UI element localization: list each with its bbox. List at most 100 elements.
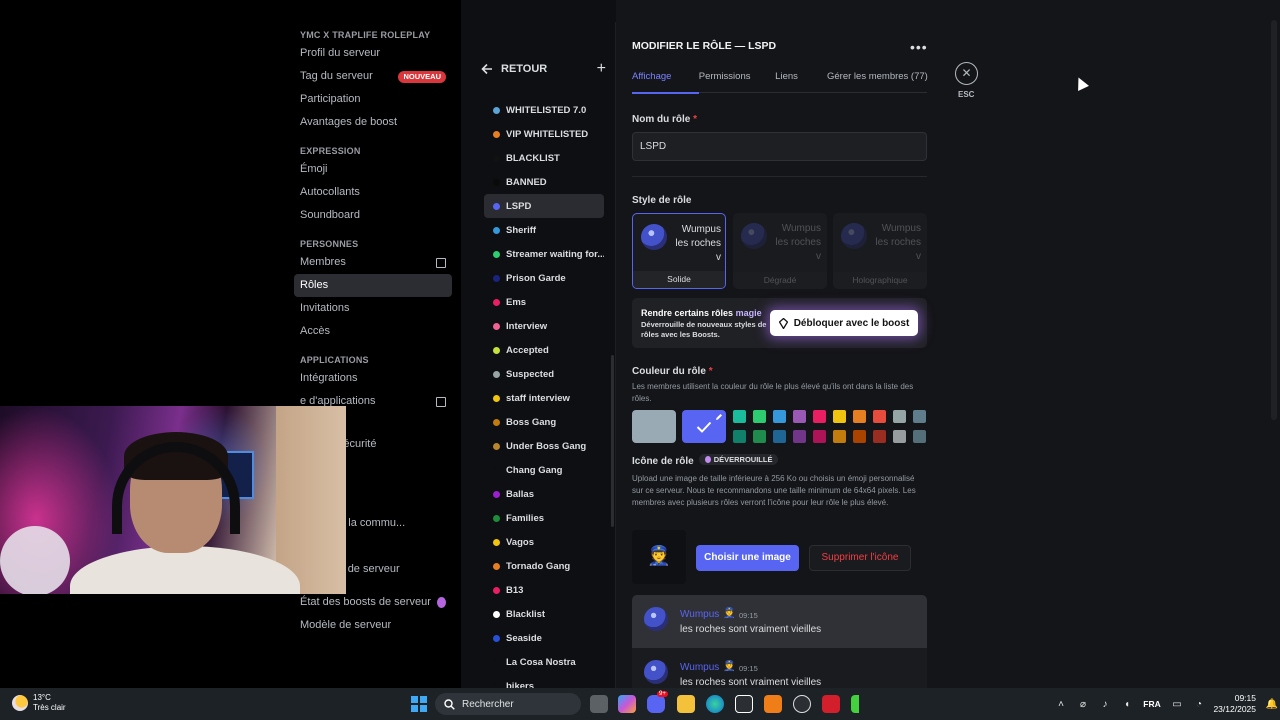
role-list-item[interactable]: LSPD xyxy=(484,194,604,218)
close-icon[interactable]: ✕ xyxy=(955,62,978,85)
role-list-item[interactable]: Streamer waiting for... xyxy=(484,242,604,266)
role-list-item[interactable]: WHITELISTED 7.0 xyxy=(484,98,604,122)
microphone-icon[interactable]: ♪ xyxy=(1094,699,1116,710)
role-list-item[interactable]: Blacklist xyxy=(484,602,604,626)
color-swatch[interactable] xyxy=(793,410,806,423)
role-list-item[interactable]: Vagos xyxy=(484,530,604,554)
language-indicator[interactable]: FRA xyxy=(1138,699,1166,709)
role-list-item[interactable]: Sheriff xyxy=(484,218,604,242)
obs-icon[interactable] xyxy=(793,695,811,713)
unlock-boost-button[interactable]: Débloquer avec le boost xyxy=(770,310,918,336)
display-icon[interactable]: ▭ xyxy=(1166,699,1188,710)
sidebar-item[interactable]: Rôles xyxy=(294,274,452,297)
style-card-solid[interactable]: Wumpus les roches v Solide xyxy=(632,213,726,289)
role-name-input[interactable]: LSPD xyxy=(632,132,927,161)
role-list-item[interactable]: VIP WHITELISTED xyxy=(484,122,604,146)
tab-permissions[interactable]: Permissions xyxy=(699,70,775,93)
sidebar-item[interactable]: Tag du serveur NOUVEAU xyxy=(294,65,452,88)
color-swatch[interactable] xyxy=(793,430,806,443)
add-role-button[interactable]: + xyxy=(597,60,606,78)
role-list-item[interactable]: Prison Garde xyxy=(484,266,604,290)
sidebar-item[interactable]: Avantages de boost xyxy=(294,111,452,134)
sidebar-item[interactable]: Profil du serveur xyxy=(294,42,452,65)
color-swatch[interactable] xyxy=(733,430,746,443)
role-list-item[interactable]: Tornado Gang xyxy=(484,554,604,578)
sidebar-item[interactable]: Participation xyxy=(294,88,452,111)
sidebar-item[interactable]: Invitations xyxy=(294,297,452,320)
page-scrollbar[interactable] xyxy=(1271,20,1277,420)
network-off-icon[interactable]: ⌀ xyxy=(1072,699,1094,710)
file-explorer-icon[interactable] xyxy=(677,695,695,713)
roles-scrollbar[interactable] xyxy=(611,355,614,527)
color-swatch[interactable] xyxy=(733,410,746,423)
color-swatch[interactable] xyxy=(913,430,926,443)
role-list-item[interactable]: Under Boss Gang xyxy=(484,434,604,458)
tab-manage-members[interactable]: Gérer les membres (77) xyxy=(827,70,928,93)
color-swatch[interactable] xyxy=(833,410,846,423)
role-list-item[interactable]: B13 xyxy=(484,578,604,602)
copilot-icon[interactable] xyxy=(618,695,636,713)
sidebar-item[interactable]: Émoji xyxy=(294,158,452,181)
color-swatch[interactable] xyxy=(853,430,866,443)
role-list-item[interactable]: BANNED xyxy=(484,170,604,194)
sidebar-item[interactable]: Intégrations xyxy=(294,367,452,390)
role-list-item[interactable]: BLACKLIST xyxy=(484,146,604,170)
role-list-item[interactable]: Interview xyxy=(484,314,604,338)
discord-icon[interactable]: 9+ xyxy=(647,691,668,713)
clock[interactable]: 09:15 23/12/2025 xyxy=(1210,693,1256,715)
vlc-icon[interactable] xyxy=(764,695,782,713)
choose-image-button[interactable]: Choisir une image xyxy=(696,545,799,571)
color-swatch[interactable] xyxy=(853,410,866,423)
color-swatch[interactable] xyxy=(773,410,786,423)
sidebar-item[interactable]: État des boosts de serveur xyxy=(294,591,452,614)
notification-icon[interactable]: 🔔 xyxy=(1264,699,1280,710)
edge-icon[interactable] xyxy=(706,695,724,713)
remove-icon-button[interactable]: Supprimer l'icône xyxy=(809,545,911,571)
color-swatch[interactable] xyxy=(813,410,826,423)
weather-widget[interactable]: 13°C Très clair xyxy=(12,693,66,713)
color-swatch[interactable] xyxy=(913,410,926,423)
color-swatch[interactable] xyxy=(833,430,846,443)
sidebar-item[interactable]: Modèle de serveur xyxy=(294,614,452,637)
color-swatch[interactable] xyxy=(893,410,906,423)
role-list-item[interactable]: Families xyxy=(484,506,604,530)
task-view-icon[interactable] xyxy=(590,695,608,713)
chevron-up-icon[interactable]: ˄ xyxy=(1050,699,1072,710)
app-icon[interactable] xyxy=(822,695,840,713)
color-swatch[interactable] xyxy=(813,430,826,443)
role-list-item[interactable]: Boss Gang xyxy=(484,410,604,434)
style-card-holographic[interactable]: Wumpus les roches v Holographique xyxy=(833,213,927,289)
color-swatch[interactable] xyxy=(873,430,886,443)
tab-affichage[interactable]: Affichage xyxy=(632,70,699,94)
role-list-item[interactable]: Seaside xyxy=(484,626,604,650)
role-icon-preview[interactable]: 👮 xyxy=(632,530,686,584)
windows-start-icon[interactable] xyxy=(411,696,427,712)
back-button[interactable]: RETOUR xyxy=(481,63,547,75)
color-swatch[interactable] xyxy=(893,430,906,443)
role-list-item[interactable]: Accepted xyxy=(484,338,604,362)
sidebar-item[interactable]: Accès xyxy=(294,320,452,343)
color-swatch[interactable] xyxy=(753,430,766,443)
play-app-icon[interactable] xyxy=(851,695,869,713)
taskbar-search[interactable]: Rechercher xyxy=(435,693,581,715)
more-options-button[interactable]: ••• xyxy=(910,39,928,55)
color-swatch[interactable] xyxy=(773,430,786,443)
default-color-swatch[interactable] xyxy=(632,410,676,443)
store-icon[interactable] xyxy=(735,695,753,713)
color-swatch[interactable] xyxy=(753,410,766,423)
sidebar-item[interactable]: Membres xyxy=(294,251,452,274)
role-list-item[interactable]: Chang Gang xyxy=(484,458,604,482)
role-list-item[interactable]: Ballas xyxy=(484,482,604,506)
role-list-item[interactable]: Suspected xyxy=(484,362,604,386)
tab-liens[interactable]: Liens xyxy=(775,70,827,93)
role-list-item[interactable]: Ems xyxy=(484,290,604,314)
custom-color-swatch[interactable] xyxy=(682,410,726,443)
speaker-icon[interactable]: ◖ xyxy=(1116,699,1138,710)
role-list-item[interactable]: staff interview xyxy=(484,386,604,410)
sidebar-item[interactable]: Autocollants xyxy=(294,181,452,204)
color-swatch[interactable] xyxy=(873,410,886,423)
sidebar-item[interactable]: Soundboard xyxy=(294,204,452,227)
role-list-item[interactable]: La Cosa Nostra xyxy=(484,650,604,674)
style-card-gradient[interactable]: Wumpus les roches v Dégradé xyxy=(733,213,827,289)
volume-icon[interactable]: ◔ xyxy=(1188,699,1210,710)
